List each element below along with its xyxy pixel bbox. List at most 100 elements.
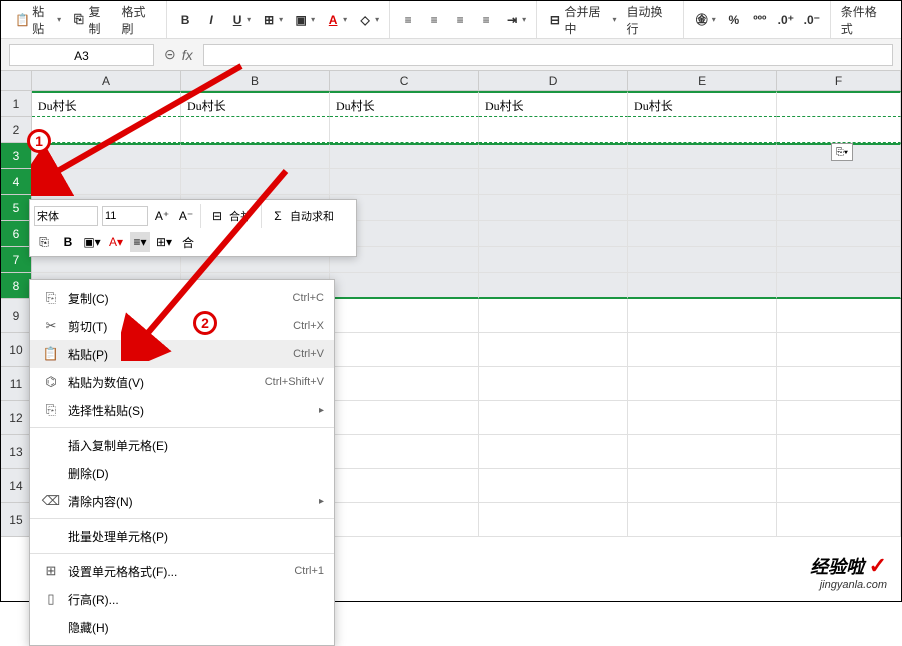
cell[interactable] xyxy=(181,117,330,143)
cell-d1[interactable]: Du村长 xyxy=(479,91,628,117)
cell-c1[interactable]: Du村长 xyxy=(330,91,479,117)
formula-input[interactable] xyxy=(203,44,893,66)
cell[interactable] xyxy=(777,367,901,401)
cell[interactable] xyxy=(777,195,901,221)
cell[interactable] xyxy=(777,333,901,367)
inc-decimal-button[interactable]: .0⁺ xyxy=(774,10,798,30)
cell[interactable] xyxy=(330,503,479,537)
cell[interactable] xyxy=(330,367,479,401)
cell[interactable] xyxy=(628,299,777,333)
cell[interactable] xyxy=(777,401,901,435)
underline-button[interactable]: U▾ xyxy=(225,10,255,30)
cell[interactable] xyxy=(181,143,330,169)
ctx-batch[interactable]: 批量处理单元格(P) xyxy=(30,522,334,550)
cell[interactable] xyxy=(330,435,479,469)
cell[interactable] xyxy=(479,333,628,367)
cell[interactable] xyxy=(330,117,479,143)
cell[interactable] xyxy=(479,169,628,195)
cell[interactable] xyxy=(628,143,777,169)
row-header-3[interactable]: 3 xyxy=(1,143,32,169)
dec-decimal-button[interactable]: .0⁻ xyxy=(800,10,824,30)
cell[interactable] xyxy=(32,169,181,195)
cell[interactable] xyxy=(777,299,901,333)
mini-inc-font-button[interactable]: A⁺ xyxy=(152,206,172,226)
select-all-corner[interactable] xyxy=(1,71,32,90)
row-header-8[interactable]: 8 xyxy=(1,273,32,299)
cell[interactable] xyxy=(479,247,628,273)
cell[interactable] xyxy=(628,221,777,247)
cell[interactable] xyxy=(777,221,901,247)
currency-button[interactable]: ㊎▾ xyxy=(690,10,720,30)
cell[interactable] xyxy=(628,367,777,401)
align-center-button[interactable]: ≡ xyxy=(422,10,446,30)
comma-button[interactable]: ººº xyxy=(748,10,772,30)
ctx-hide[interactable]: 隐藏(H) xyxy=(30,613,334,641)
mini-font-size[interactable] xyxy=(102,206,148,226)
cell[interactable] xyxy=(330,143,479,169)
row-header-7[interactable]: 7 xyxy=(1,247,32,273)
cell[interactable] xyxy=(330,469,479,503)
bold-button[interactable]: B xyxy=(173,10,197,30)
percent-button[interactable]: % xyxy=(722,10,746,30)
row-header-1[interactable]: 1 xyxy=(1,91,32,117)
align-left-button[interactable]: ≡ xyxy=(396,10,420,30)
mini-font-color-button[interactable]: A▾ xyxy=(106,232,126,252)
align-justify-button[interactable]: ≡ xyxy=(474,10,498,30)
border-button[interactable]: ⊞▾ xyxy=(257,10,287,30)
cell[interactable] xyxy=(479,117,628,143)
mini-font-name[interactable] xyxy=(34,206,98,226)
mini-fill-button[interactable]: ▣▾ xyxy=(82,232,102,252)
cell[interactable] xyxy=(479,273,628,299)
cell[interactable] xyxy=(479,401,628,435)
cell[interactable] xyxy=(777,435,901,469)
cell[interactable] xyxy=(32,143,181,169)
mini-paste-button[interactable]: ⎘ xyxy=(34,232,54,252)
fill-color-button[interactable]: ▣▾ xyxy=(289,10,319,30)
cell[interactable] xyxy=(330,333,479,367)
fx-icon[interactable]: fx xyxy=(182,47,193,63)
row-header-5[interactable]: 5 xyxy=(1,195,32,221)
cell-b1[interactable]: Du村长 xyxy=(181,91,330,117)
ctx-cut[interactable]: ✂剪切(T)Ctrl+X xyxy=(30,312,334,340)
cell[interactable] xyxy=(479,221,628,247)
col-header-e[interactable]: E xyxy=(628,71,777,90)
ctx-paste-special[interactable]: ⎘选择性粘贴(S)▸ xyxy=(30,396,334,424)
cond-format-button[interactable]: 条件格式 xyxy=(837,1,891,39)
eraser-button[interactable]: ◇▾ xyxy=(353,10,383,30)
cell[interactable] xyxy=(330,169,479,195)
cell[interactable] xyxy=(330,273,479,299)
row-header-12[interactable]: 12 xyxy=(1,401,32,435)
format-painter-button[interactable]: 格式刷 xyxy=(118,1,161,39)
row-header-13[interactable]: 13 xyxy=(1,435,32,469)
cell[interactable] xyxy=(479,503,628,537)
cell[interactable] xyxy=(479,299,628,333)
cell-f1[interactable] xyxy=(777,91,901,117)
cell[interactable] xyxy=(628,503,777,537)
col-header-b[interactable]: B xyxy=(181,71,330,90)
mini-border-button[interactable]: ⊞▾ xyxy=(154,232,174,252)
name-box[interactable]: A3 xyxy=(9,44,154,66)
col-header-c[interactable]: C xyxy=(330,71,479,90)
ctx-row-height[interactable]: ▯行高(R)... xyxy=(30,585,334,613)
cell[interactable] xyxy=(330,401,479,435)
cell[interactable] xyxy=(479,435,628,469)
cell[interactable] xyxy=(628,195,777,221)
mini-bold-button[interactable]: B xyxy=(58,232,78,252)
cell[interactable] xyxy=(628,333,777,367)
row-header-9[interactable]: 9 xyxy=(1,299,32,333)
cell[interactable] xyxy=(181,169,330,195)
cell[interactable] xyxy=(628,401,777,435)
cancel-icon[interactable]: ⊝ xyxy=(164,46,176,63)
cell[interactable] xyxy=(479,469,628,503)
cell[interactable] xyxy=(777,117,901,143)
cell[interactable] xyxy=(628,273,777,299)
mini-dec-font-button[interactable]: A⁻ xyxy=(176,206,196,226)
cell[interactable] xyxy=(32,117,181,143)
copy-button[interactable]: ⎘复制 xyxy=(67,1,115,39)
paste-options-button[interactable]: ⎘▾ xyxy=(831,143,853,161)
cell-e1[interactable]: Du村长 xyxy=(628,91,777,117)
mini-align-button[interactable]: ≡▾ xyxy=(130,232,150,252)
cell[interactable] xyxy=(628,469,777,503)
cell[interactable] xyxy=(330,299,479,333)
mini-merge-icon[interactable]: ⊟ xyxy=(207,206,227,226)
